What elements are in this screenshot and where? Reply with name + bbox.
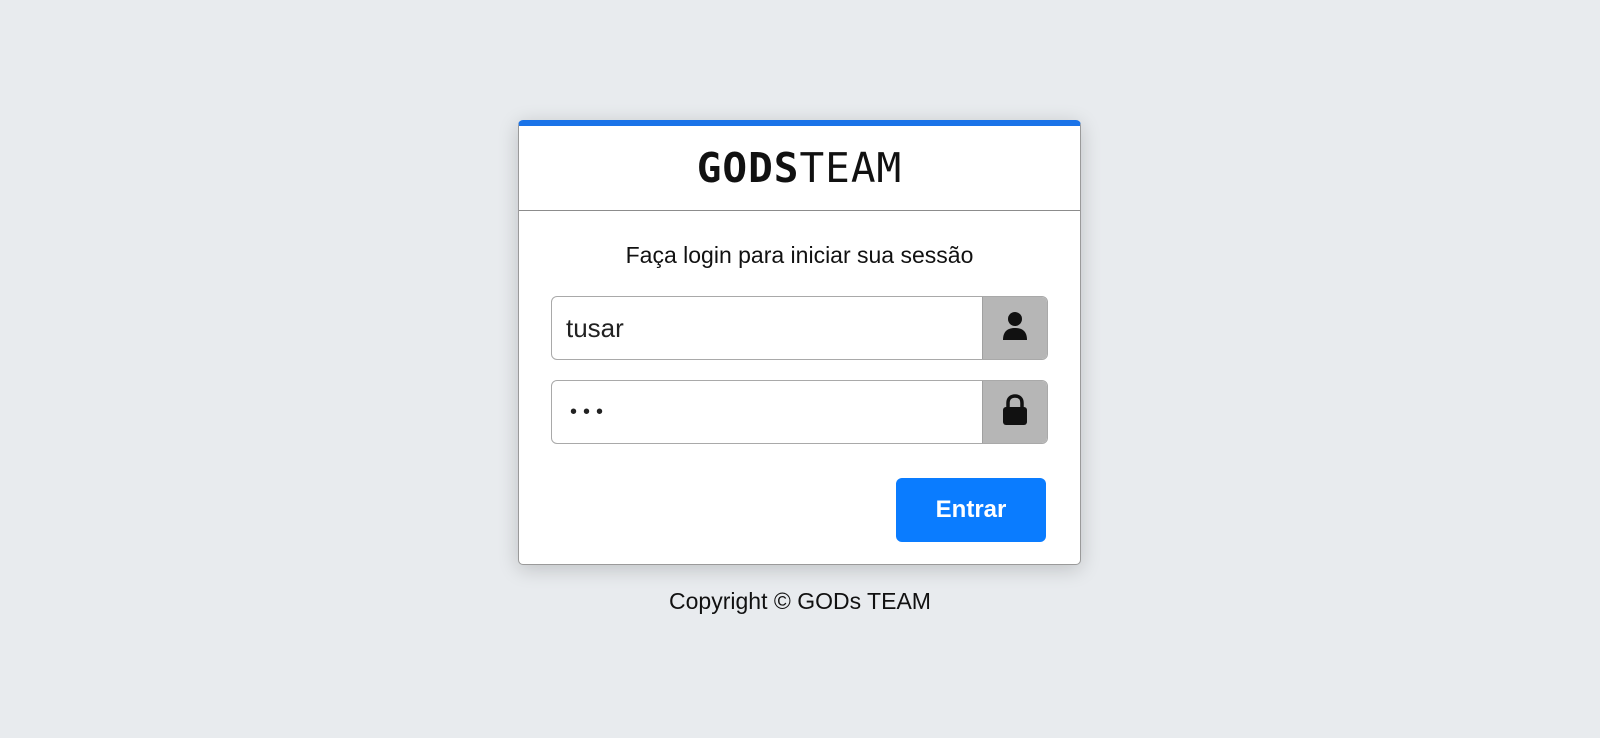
password-addon (982, 381, 1047, 443)
user-icon (1002, 311, 1028, 346)
login-card: GODS TEAM Faça login para iniciar sua ses… (518, 120, 1081, 565)
submit-button[interactable]: Entrar (896, 478, 1046, 542)
lock-icon (1002, 393, 1028, 431)
username-field (551, 296, 1048, 360)
password-input[interactable]: ••• (552, 381, 982, 443)
username-input[interactable] (552, 297, 982, 359)
password-field: ••• (551, 380, 1048, 444)
brand-logo-light: TEAM (799, 144, 903, 192)
copyright-text: Copyright © GODs TEAM (669, 588, 931, 614)
brand-logo-strong: GODS (696, 144, 800, 192)
login-subtitle: Faça login para iniciar sua sessão (625, 242, 974, 268)
username-addon (982, 297, 1047, 359)
brand-logo: GODS TEAM (519, 126, 1080, 211)
